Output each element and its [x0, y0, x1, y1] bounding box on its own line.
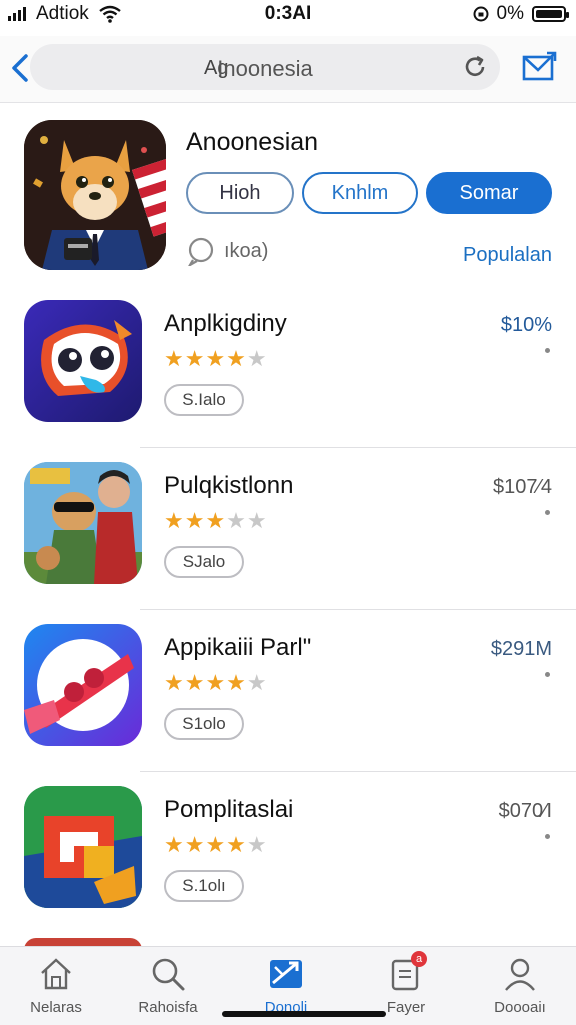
- app-icon[interactable]: [24, 624, 142, 746]
- get-button[interactable]: S.Ialo: [164, 384, 244, 416]
- status-right: 0%: [473, 3, 569, 25]
- search-icon: [152, 958, 185, 991]
- featured-meta-text: ıkoa): [224, 239, 269, 262]
- list-item[interactable]: Pulqkistlonn ★★★★★ SJalo $107⁄4: [0, 448, 576, 610]
- filter-button-1[interactable]: Hioh: [186, 172, 294, 214]
- filter-button-3[interactable]: Somar: [426, 172, 552, 214]
- tab-home[interactable]: Nelaras: [8, 955, 104, 1016]
- apps-icon: [270, 960, 302, 988]
- star-rating: ★★★★★: [164, 670, 268, 695]
- star-rating: ★★★★★: [164, 832, 268, 857]
- tab-label: Fayer: [386, 999, 426, 1016]
- characters-poster-icon: [24, 462, 142, 584]
- reload-icon[interactable]: [460, 52, 490, 82]
- profile-icon: [505, 958, 535, 991]
- tab-label: Nelaras: [30, 999, 82, 1016]
- get-button[interactable]: S.1olı: [164, 870, 244, 902]
- colorful-logo-icon: [24, 786, 142, 908]
- home-icon: [41, 958, 71, 990]
- more-dot-icon[interactable]: [545, 510, 550, 515]
- rotation-lock-icon: [473, 6, 489, 22]
- home-indicator: [222, 1011, 386, 1017]
- app-name: Anplkigdiny: [164, 310, 287, 337]
- status-bar: Adtiok 0:3AI 0%: [0, 0, 576, 28]
- app-name: Appikaiii Parl": [164, 634, 312, 661]
- app-price: $291M: [490, 638, 552, 660]
- notification-badge: a: [411, 951, 427, 967]
- tab-apps[interactable]: Donoli: [238, 955, 334, 1016]
- more-dot-icon[interactable]: [545, 834, 550, 839]
- star-rating: ★★★★★: [164, 508, 268, 533]
- app-icon[interactable]: [24, 300, 142, 422]
- app-price: $107⁄4: [493, 476, 552, 498]
- updates-icon: a: [387, 951, 427, 993]
- featured-app-title: Anoonesian: [186, 128, 319, 156]
- ribbon-globe-icon: [24, 639, 134, 734]
- featured-app-icon[interactable]: [24, 120, 166, 270]
- tab-label: Doooaiı: [494, 999, 546, 1016]
- get-button[interactable]: SJalo: [164, 546, 244, 578]
- search-field[interactable]: Ag Inoonesia: [30, 44, 500, 90]
- featured-meta: ıkoa): [186, 236, 268, 266]
- tab-search[interactable]: Rahoisfa: [120, 955, 216, 1016]
- tab-updates[interactable]: a Fayer: [358, 951, 454, 1016]
- get-button[interactable]: S1olo: [164, 708, 244, 740]
- featured-app: Anoonesian Hioh Knhlm Somar ıkoa) Popula…: [0, 104, 576, 284]
- battery-percent: 0%: [496, 3, 524, 24]
- list-item[interactable]: Anplkigdiny ★★★★★ S.Ialo $10%: [0, 286, 576, 448]
- fox-mascot-icon: [24, 120, 166, 270]
- star-rating: ★★★★★: [164, 346, 268, 371]
- app-name: Pulqkistlonn: [164, 472, 294, 499]
- list-item[interactable]: Appikaiii Parl" ★★★★★ S1olo $291M: [0, 610, 576, 772]
- more-dot-icon[interactable]: [545, 672, 550, 677]
- app-price: $10%: [500, 314, 552, 336]
- cartoon-eyes-icon: [41, 320, 132, 396]
- speech-bubble-icon: [188, 237, 214, 266]
- tab-label: Rahoisfa: [138, 999, 198, 1016]
- nav-bar: Ag Inoonesia: [0, 36, 576, 103]
- tab-profile[interactable]: Doooaiı: [472, 955, 568, 1016]
- more-dot-icon[interactable]: [545, 348, 550, 353]
- app-name: Pomplitaslai: [164, 796, 294, 823]
- app-price: $070⁄I: [498, 800, 552, 822]
- battery-icon: [532, 6, 569, 22]
- filter-button-2[interactable]: Knhlm: [302, 172, 418, 214]
- popular-link[interactable]: Populalan: [463, 244, 552, 267]
- app-icon[interactable]: [24, 786, 142, 908]
- share-icon[interactable]: [520, 48, 558, 86]
- app-icon[interactable]: [24, 462, 142, 584]
- list-item[interactable]: Pomplitaslai ★★★★★ S.1olı $070⁄I: [0, 772, 576, 934]
- search-query[interactable]: Inoonesia: [30, 56, 500, 82]
